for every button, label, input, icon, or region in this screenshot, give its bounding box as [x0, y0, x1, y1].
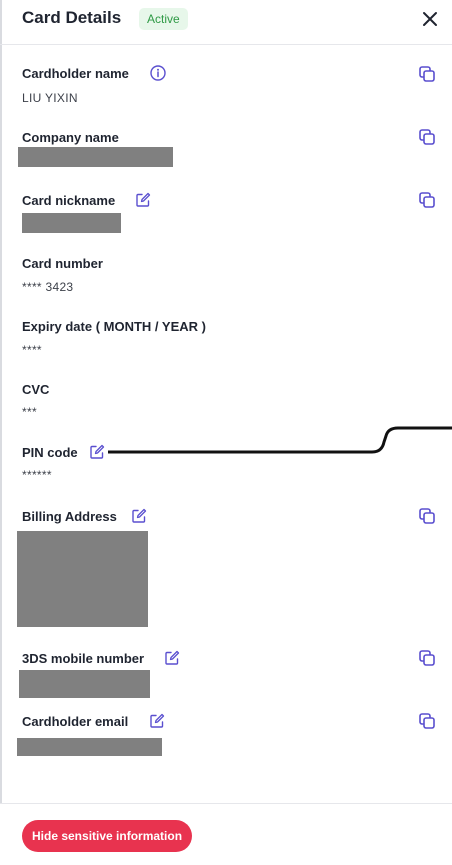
expiry-date-label: Expiry date ( MONTH / YEAR ) — [22, 319, 206, 334]
mobile-number-label: 3DS mobile number — [22, 651, 145, 666]
pin-code-label: PIN code — [22, 445, 78, 460]
panel-footer: Hide sensitive information — [0, 803, 452, 865]
copy-icon[interactable] — [418, 507, 436, 525]
hide-sensitive-information-button[interactable]: Hide sensitive information — [22, 820, 193, 852]
copy-icon[interactable] — [418, 65, 436, 83]
info-icon[interactable] — [150, 65, 166, 81]
copy-icon[interactable] — [418, 191, 436, 209]
card-nickname-label: Card nickname — [22, 193, 116, 208]
redacted-company-name — [18, 147, 173, 167]
copy-icon[interactable] — [418, 128, 436, 146]
edit-icon[interactable] — [164, 650, 180, 666]
edit-icon[interactable] — [135, 192, 151, 208]
card-number-value: **** 3423 — [22, 280, 74, 294]
edit-icon[interactable] — [89, 444, 105, 460]
cvc-value: *** — [22, 405, 37, 419]
copy-icon[interactable] — [418, 712, 436, 730]
redacted-cardholder-email — [17, 738, 162, 756]
cardholder-name-label: Cardholder name — [22, 66, 129, 81]
panel-header: Card Details Active — [0, 0, 452, 45]
redacted-card-nickname — [22, 213, 121, 233]
billing-address-label: Billing Address — [22, 509, 117, 524]
cardholder-email-label: Cardholder email — [22, 714, 129, 729]
close-icon[interactable] — [419, 8, 441, 30]
status-badge: Active — [139, 8, 188, 30]
card-number-label: Card number — [22, 256, 103, 271]
pin-code-value: ****** — [22, 468, 52, 482]
card-details-panel: Card Details Active Cardholder name LIU … — [0, 0, 452, 865]
redacted-mobile-number — [19, 670, 150, 698]
expiry-date-value: **** — [22, 343, 42, 357]
cvc-label: CVC — [22, 382, 50, 397]
company-name-label: Company name — [22, 130, 119, 145]
cardholder-name-value: LIU YIXIN — [22, 91, 78, 105]
edit-icon[interactable] — [149, 713, 165, 729]
page-title: Card Details — [22, 8, 122, 27]
panel-edge — [0, 0, 2, 864]
copy-icon[interactable] — [418, 649, 436, 667]
redacted-billing-address — [17, 531, 148, 627]
edit-icon[interactable] — [131, 508, 147, 524]
